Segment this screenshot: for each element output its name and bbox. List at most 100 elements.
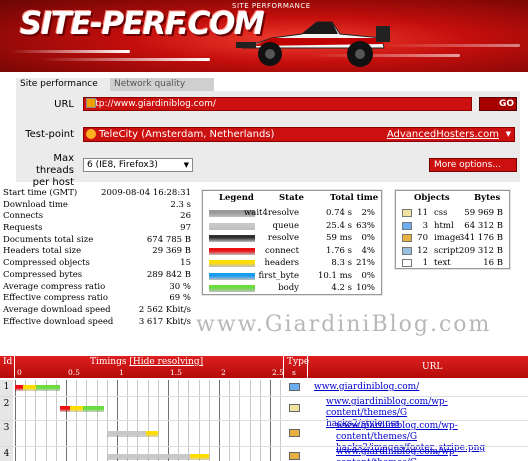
go-button[interactable]: GO xyxy=(479,97,517,111)
grid-line xyxy=(168,380,169,396)
url-link[interactable]: www.giardiniblog.com/wp-content/themes/G xyxy=(336,447,528,461)
object-count: 3 xyxy=(422,220,428,231)
objects-header: Objects xyxy=(414,193,450,203)
legend-state: headers xyxy=(264,258,299,268)
chevron-down-icon: ▼ xyxy=(183,161,189,169)
grid-line xyxy=(15,421,16,446)
grid-line xyxy=(188,397,190,420)
grid-line xyxy=(157,397,159,420)
stat-label: Effective compress ratio xyxy=(3,293,108,304)
grid-line xyxy=(188,380,190,396)
grid-line xyxy=(219,380,220,396)
grid-line xyxy=(35,397,37,420)
globe-icon xyxy=(86,98,96,108)
legend-row: body 4.2 s 10% xyxy=(203,282,381,295)
threads-select[interactable]: 6 (IE8, Firefox3) ▼ xyxy=(83,158,193,172)
object-bytes: 341 176 B xyxy=(458,233,503,243)
grid-line xyxy=(45,397,47,420)
stat-label: Effective download speed xyxy=(3,316,114,327)
grid-line xyxy=(137,380,139,396)
timing-bar-body xyxy=(36,385,60,391)
timing-bar-connect xyxy=(15,385,24,391)
grid-line xyxy=(229,421,231,446)
grid-line xyxy=(280,380,282,396)
stat-value: 69 % xyxy=(169,293,191,304)
site-logo[interactable]: SITE-PERF.COM xyxy=(20,6,265,42)
legend-percent: 10% xyxy=(356,283,375,293)
tab-network-quality[interactable]: Network quality xyxy=(110,78,214,91)
legend-time: 10.1 ms xyxy=(317,270,352,281)
url-line: www.giardiniblog.com/wp-content/themes/G xyxy=(326,397,448,418)
grid-line xyxy=(127,380,129,396)
tab-site-performance[interactable]: Site performance xyxy=(16,78,110,91)
stat-row: Effective compress ratio 69 % xyxy=(3,293,191,305)
grid-line xyxy=(25,447,27,461)
grid-line xyxy=(147,397,149,420)
stat-value: 30 % xyxy=(169,281,191,292)
stat-row: Compressed objects 15 xyxy=(3,258,191,270)
legend-swatch xyxy=(209,272,255,280)
row-id: 2 xyxy=(0,397,13,420)
grid-line xyxy=(270,397,271,420)
grid-line xyxy=(45,421,47,446)
object-bytes: 59 969 B xyxy=(464,208,503,218)
object-bytes: 64 312 B xyxy=(464,220,503,231)
grid-line xyxy=(127,397,129,420)
object-row: 1 text 16 B xyxy=(396,257,509,270)
legend-time: 0.74 s xyxy=(326,208,352,218)
grid-line xyxy=(55,421,57,446)
grid-line xyxy=(15,447,16,461)
legend-state: first_byte xyxy=(258,270,299,281)
testpoint-select[interactable]: TeleCity (Amsterdam, Netherlands) Advanc… xyxy=(83,127,515,142)
grid-line xyxy=(96,447,98,461)
url-input[interactable]: http://www.giardiniblog.com/ xyxy=(83,97,472,111)
css-file-icon xyxy=(289,404,300,412)
timing-bar-headers xyxy=(145,431,158,437)
grid-line xyxy=(76,421,78,446)
grid-line xyxy=(147,380,149,396)
stat-value: 97 xyxy=(180,223,191,234)
grid-line xyxy=(198,380,200,396)
stat-label: Average download speed xyxy=(3,304,111,315)
type-column-header: Type xyxy=(287,357,310,367)
legend-state: wait4resolve xyxy=(243,208,299,218)
url-link[interactable]: www.giardiniblog.com/ xyxy=(314,382,419,393)
timing-bar-queue xyxy=(106,431,146,437)
grid-line xyxy=(280,397,282,420)
legend-state: resolve xyxy=(267,233,299,243)
legend-swatch xyxy=(209,235,255,242)
timing-bar-queue xyxy=(106,454,191,460)
object-count: 70 xyxy=(417,233,428,243)
grid-line xyxy=(35,421,37,446)
legend-swatch xyxy=(209,285,255,292)
stat-value: 3 617 Kbit/s xyxy=(138,316,191,327)
legend-row: resolve 59 ms 0% xyxy=(203,232,381,245)
stat-row: Headers total size 29 369 B xyxy=(3,246,191,258)
row-id: 4 xyxy=(0,447,13,461)
more-options-button[interactable]: More options... xyxy=(429,158,517,172)
grid-line xyxy=(96,421,98,446)
host-link[interactable]: AdvancedHosters.com xyxy=(387,128,499,141)
grid-line xyxy=(66,380,67,396)
stat-value: 15 xyxy=(180,258,191,269)
grid-line xyxy=(249,397,251,420)
css-file-icon xyxy=(402,209,412,217)
scale-tick-label: 0.5 xyxy=(68,368,80,377)
hide-resolving-link[interactable]: [Hide resolving] xyxy=(129,357,203,367)
object-count: 11 xyxy=(417,208,428,218)
stat-row: Compressed bytes 289 842 B xyxy=(3,270,191,282)
legend-percent: 4% xyxy=(361,245,376,256)
grid-line xyxy=(106,380,108,396)
state-header: State xyxy=(279,193,304,203)
stat-value: 289 842 B xyxy=(146,269,191,280)
stat-label: Download time xyxy=(3,199,68,210)
grid-line xyxy=(106,397,108,420)
html-file-icon xyxy=(289,383,300,391)
object-bytes: 209 312 B xyxy=(458,245,503,256)
stat-value: 26 xyxy=(180,211,191,222)
timing-bar-headers xyxy=(70,406,84,412)
legend-time: 1.76 s xyxy=(326,245,352,256)
object-count: 12 xyxy=(417,245,428,256)
timing-bar-headers xyxy=(190,454,209,460)
grid-line xyxy=(208,397,210,420)
